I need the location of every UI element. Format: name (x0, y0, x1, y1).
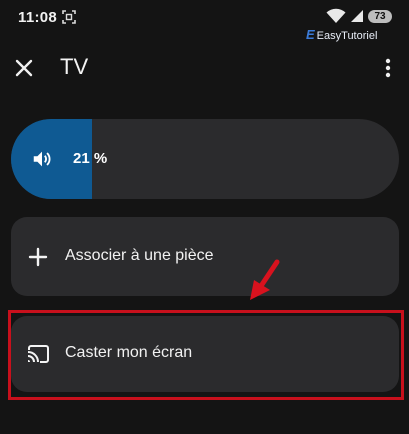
signal-icon (351, 10, 363, 22)
volume-icon (33, 151, 51, 167)
volume-slider[interactable]: 21 % (11, 119, 399, 199)
screenshot-icon (62, 10, 76, 24)
watermark-text: EasyTutoriel (316, 30, 378, 42)
volume-label: 21 % (73, 150, 108, 167)
close-icon[interactable] (10, 54, 38, 82)
battery-badge: 73 (368, 10, 392, 23)
top-app-bar: TV (0, 46, 409, 90)
watermark: E EasyTutoriel (306, 27, 377, 42)
cast-screen-label: Caster mon écran (65, 344, 193, 361)
cast-icon (27, 345, 49, 363)
cast-screen-button[interactable]: Caster mon écran (11, 316, 399, 392)
page-title: TV (60, 54, 89, 79)
more-vert-icon[interactable] (378, 54, 398, 82)
plus-icon (28, 247, 48, 267)
associate-room-button[interactable]: Associer à une pièce (11, 217, 399, 296)
wifi-icon (326, 8, 346, 23)
associate-room-label: Associer à une pièce (65, 247, 214, 264)
red-arrow-icon (250, 259, 280, 300)
watermark-logo-icon: E (306, 27, 315, 42)
status-time: 11:08 (18, 9, 58, 26)
